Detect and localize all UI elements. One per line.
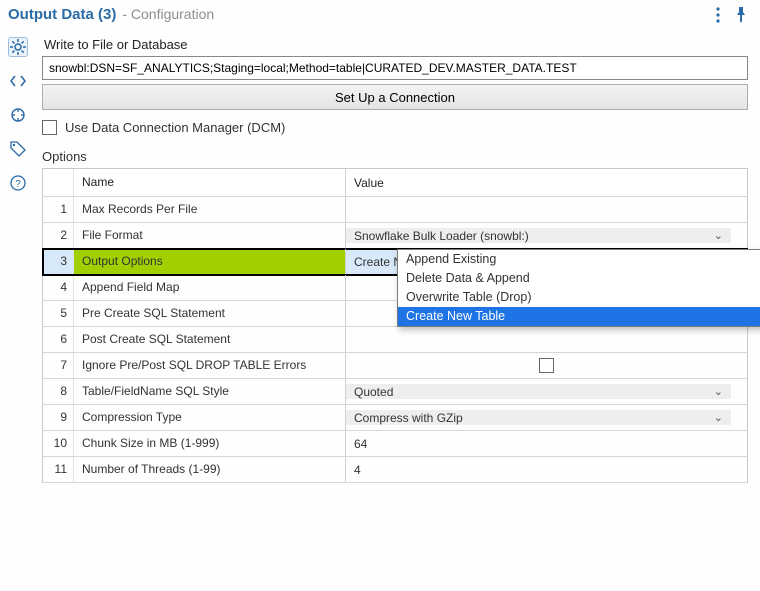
value-select-text: Compress with GZip (354, 411, 463, 425)
pin-icon[interactable] (734, 7, 748, 23)
value-select-text: Snowflake Bulk Loader (snowbl:) (354, 229, 529, 243)
value-checkbox[interactable] (539, 358, 554, 373)
output-options-dropdown[interactable]: Append ExistingDelete Data & AppendOverw… (397, 249, 760, 327)
kebab-menu-icon[interactable] (716, 7, 720, 23)
row-name: Compression Type (73, 405, 345, 430)
dropdown-item[interactable]: Delete Data & Append (398, 269, 760, 288)
col-value: Value (345, 169, 747, 196)
row-value[interactable]: Quoted ⌄ (345, 379, 747, 404)
dcm-label: Use Data Connection Manager (DCM) (65, 120, 285, 135)
dropdown-item[interactable]: Overwrite Table (Drop) (398, 288, 760, 307)
chevron-down-icon[interactable]: ⌄ (714, 385, 723, 398)
row-value[interactable]: 64 (345, 431, 747, 456)
row-number: 2 (43, 223, 73, 248)
row-number: 7 (43, 353, 73, 378)
col-num (43, 169, 73, 196)
row-number: 10 (43, 431, 73, 456)
row-name: Chunk Size in MB (1-999) (73, 431, 345, 456)
tag-icon[interactable] (8, 139, 28, 159)
row-name: File Format (73, 223, 345, 248)
table-row[interactable]: 2File FormatSnowflake Bulk Loader (snowb… (43, 223, 747, 249)
target-icon[interactable] (8, 105, 28, 125)
panel-subtitle: - Configuration (122, 6, 214, 22)
row-name: Ignore Pre/Post SQL DROP TABLE Errors (73, 353, 345, 378)
table-row[interactable]: 11Number of Threads (1-99)4 (43, 457, 747, 483)
row-name: Pre Create SQL Statement (73, 301, 345, 326)
row-name: Output Options (73, 249, 345, 274)
value-select[interactable]: Compress with GZip ⌄ (346, 410, 731, 425)
setup-connection-button[interactable]: Set Up a Connection (42, 84, 748, 110)
value-select[interactable]: Quoted ⌄ (346, 384, 731, 399)
row-number: 6 (43, 327, 73, 352)
row-value[interactable] (345, 197, 747, 222)
row-number: 5 (43, 301, 73, 326)
panel-title: Output Data (3) (8, 6, 116, 23)
connection-input[interactable] (42, 56, 748, 80)
titlebar-actions (716, 7, 748, 23)
row-value[interactable] (345, 327, 747, 352)
chevron-down-icon[interactable]: ⌄ (714, 411, 723, 424)
help-icon[interactable]: ? (8, 173, 28, 193)
col-name: Name (73, 169, 345, 196)
dcm-row[interactable]: Use Data Connection Manager (DCM) (42, 120, 748, 135)
options-heading: Options (42, 149, 748, 164)
row-number: 4 (43, 275, 73, 300)
table-row[interactable]: 10Chunk Size in MB (1-999)64 (43, 431, 747, 457)
row-name: Number of Threads (1-99) (73, 457, 345, 482)
gear-icon[interactable] (8, 37, 28, 57)
row-number: 1 (43, 197, 73, 222)
row-number: 8 (43, 379, 73, 404)
row-value[interactable]: Snowflake Bulk Loader (snowbl:) ⌄ (345, 223, 747, 248)
dropdown-item[interactable]: Append Existing (398, 250, 760, 269)
side-tab-strip: ? (0, 31, 36, 588)
row-name: Append Field Map (73, 275, 345, 300)
table-row[interactable]: 6Post Create SQL Statement (43, 327, 747, 353)
config-panel: Write to File or Database Set Up a Conne… (36, 31, 760, 588)
chevron-down-icon[interactable]: ⌄ (714, 229, 723, 242)
value-select[interactable]: Snowflake Bulk Loader (snowbl:) ⌄ (346, 228, 731, 243)
table-row[interactable]: 7Ignore Pre/Post SQL DROP TABLE Errors (43, 353, 747, 379)
row-name: Max Records Per File (73, 197, 345, 222)
row-name: Table/FieldName SQL Style (73, 379, 345, 404)
row-value[interactable] (345, 353, 747, 378)
write-to-label: Write to File or Database (44, 37, 748, 52)
options-header-row: Name Value (43, 169, 747, 197)
dropdown-item[interactable]: Create New Table (398, 307, 760, 326)
row-number: 9 (43, 405, 73, 430)
table-row[interactable]: 1Max Records Per File (43, 197, 747, 223)
titlebar-left: Output Data (3) - Configuration (8, 6, 214, 23)
dcm-checkbox[interactable] (42, 120, 57, 135)
row-value[interactable]: Compress with GZip ⌄ (345, 405, 747, 430)
code-icon[interactable] (8, 71, 28, 91)
row-number: 11 (43, 457, 73, 482)
svg-text:?: ? (15, 179, 21, 190)
table-row[interactable]: 8Table/FieldName SQL Style Quoted ⌄ (43, 379, 747, 405)
titlebar: Output Data (3) - Configuration (0, 0, 760, 31)
value-select-text: Quoted (354, 385, 393, 399)
table-row[interactable]: 9Compression Type Compress with GZip ⌄ (43, 405, 747, 431)
row-value[interactable]: 4 (345, 457, 747, 482)
row-number: 3 (43, 249, 73, 274)
row-name: Post Create SQL Statement (73, 327, 345, 352)
options-grid: Name Value 1Max Records Per File2File Fo… (42, 168, 748, 483)
